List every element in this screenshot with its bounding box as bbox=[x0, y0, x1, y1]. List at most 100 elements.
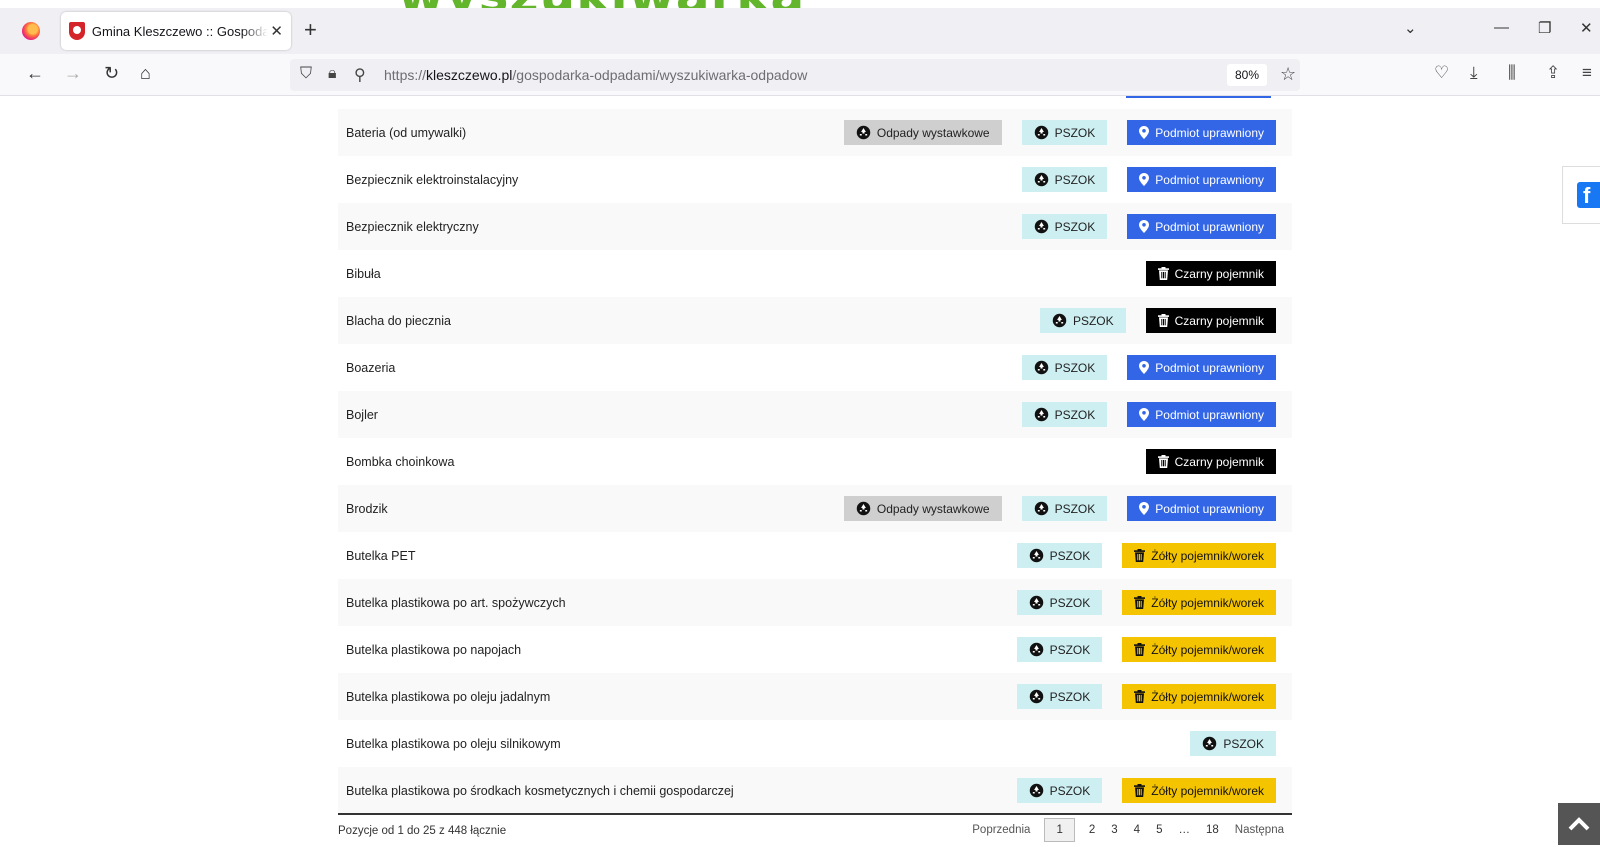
trash-icon bbox=[1157, 267, 1169, 280]
pocket-icon[interactable]: ♡ bbox=[1434, 63, 1449, 83]
disposal-badge-blue[interactable]: Podmiot uprawniony bbox=[1127, 214, 1276, 239]
disposal-badges: Odpady wystawkowe PSZOK Podmiot uprawniony bbox=[843, 496, 1276, 521]
badge-label: Odpady wystawkowe bbox=[876, 501, 990, 516]
disposal-badges: PSZOK Podmiot uprawniony bbox=[1021, 402, 1276, 427]
disposal-badges: PSZOK Żółty pojemnik/worek bbox=[1016, 590, 1276, 615]
trash-icon bbox=[1157, 455, 1169, 468]
extensions-icon[interactable]: ⇪ bbox=[1546, 63, 1560, 83]
waste-item-name: Butelka plastikowa po oleju silnikowym bbox=[346, 736, 561, 751]
list-all-tabs-icon[interactable]: ⌄ bbox=[1404, 19, 1417, 37]
restore-window-icon[interactable]: ❐ bbox=[1538, 19, 1551, 37]
url-text[interactable]: https://kleszczewo.pl/gospodarka-odpadam… bbox=[384, 67, 807, 83]
tab-title: Gmina Kleszczewo :: Gospodarka odpadami bbox=[91, 23, 269, 39]
recycle-icon bbox=[1034, 501, 1048, 516]
waste-item-name: Bateria (od umywalki) bbox=[346, 125, 467, 140]
home-icon[interactable]: ⌂ bbox=[140, 63, 151, 84]
zoom-level-badge[interactable]: 80% bbox=[1227, 64, 1267, 86]
disposal-badge-blue[interactable]: Podmiot uprawniony bbox=[1127, 167, 1276, 192]
disposal-badge-grey[interactable]: Odpady wystawkowe bbox=[843, 496, 1002, 521]
badge-label: PSZOK bbox=[1054, 407, 1096, 422]
badge-label: Czarny pojemnik bbox=[1174, 454, 1264, 469]
bookmark-star-icon[interactable]: ☆ bbox=[1280, 64, 1296, 85]
table-footer: Pozycje od 1 do 25 z 448 łącznie Poprzed… bbox=[338, 813, 1292, 847]
disposal-badge-pszok[interactable]: PSZOK bbox=[1016, 637, 1103, 662]
badge-label: Czarny pojemnik bbox=[1174, 313, 1264, 328]
table-row: Bojler PSZOK Podmiot uprawniony bbox=[338, 391, 1292, 438]
disposal-badge-yellow[interactable]: Żółty pojemnik/worek bbox=[1122, 637, 1276, 662]
map-pin-icon bbox=[1139, 126, 1150, 139]
waste-item-name: Butelka plastikowa po oleju jadalnym bbox=[346, 689, 551, 704]
pagination-page[interactable]: 2 bbox=[1081, 818, 1103, 842]
disposal-badge-pszok[interactable]: PSZOK bbox=[1021, 402, 1108, 427]
disposal-badge-black[interactable]: Czarny pojemnik bbox=[1145, 308, 1276, 333]
url-bar[interactable]: ⛉ 🔒︎ ⚲ https://kleszczewo.pl/gospodarka-… bbox=[290, 59, 1300, 91]
disposal-badge-yellow[interactable]: Żółty pojemnik/worek bbox=[1122, 684, 1276, 709]
close-window-icon[interactable]: ✕ bbox=[1580, 19, 1593, 37]
trash-icon bbox=[1134, 549, 1146, 562]
table-row: Bezpiecznik elektryczny PSZOK Podmiot upra… bbox=[338, 203, 1292, 250]
chevron-up-icon bbox=[1568, 817, 1590, 831]
firefox-menu-icon[interactable] bbox=[22, 22, 40, 40]
disposal-badge-pszok[interactable]: PSZOK bbox=[1016, 684, 1103, 709]
pagination-current-page[interactable]: 1 bbox=[1044, 818, 1075, 842]
disposal-badge-yellow[interactable]: Żółty pojemnik/worek bbox=[1122, 778, 1276, 803]
disposal-badge-pszok[interactable]: PSZOK bbox=[1021, 167, 1108, 192]
disposal-badge-pszok[interactable]: PSZOK bbox=[1190, 731, 1276, 756]
disposal-badge-blue[interactable]: Podmiot uprawniony bbox=[1127, 355, 1276, 380]
back-arrow-icon[interactable]: ← bbox=[26, 63, 44, 84]
disposal-badge-pszok[interactable]: PSZOK bbox=[1021, 355, 1108, 380]
badge-label: Żółty pojemnik/worek bbox=[1151, 548, 1264, 563]
pagination-page[interactable]: … bbox=[1170, 818, 1198, 842]
disposal-badge-black[interactable]: Czarny pojemnik bbox=[1145, 261, 1276, 286]
tab-close-icon[interactable]: ✕ bbox=[270, 22, 283, 40]
downloads-icon[interactable]: ⤓ bbox=[1470, 63, 1478, 83]
pagination-page[interactable]: 4 bbox=[1126, 818, 1148, 842]
badge-label: Odpady wystawkowe bbox=[876, 125, 990, 140]
recycle-icon bbox=[1034, 125, 1048, 140]
permissions-icon[interactable]: ⚲ bbox=[354, 65, 366, 85]
waste-item-name: Butelka PET bbox=[346, 548, 416, 563]
badge-label: PSZOK bbox=[1049, 548, 1091, 563]
pagination-page[interactable]: 18 bbox=[1198, 818, 1227, 842]
disposal-badge-blue[interactable]: Podmiot uprawniony bbox=[1127, 496, 1276, 521]
map-pin-icon bbox=[1139, 408, 1150, 421]
browser-tab-active[interactable]: Gmina Kleszczewo :: Gospodarka odpadami … bbox=[61, 12, 291, 50]
disposal-badge-yellow[interactable]: Żółty pojemnik/worek bbox=[1122, 543, 1276, 568]
table-row: Bateria (od umywalki) Odpady wystawkowe PS… bbox=[338, 109, 1292, 156]
disposal-badge-pszok[interactable]: PSZOK bbox=[1016, 590, 1103, 615]
disposal-badges: Odpady wystawkowe PSZOK Podmiot uprawniony bbox=[843, 120, 1276, 145]
disposal-badge-pszok[interactable]: PSZOK bbox=[1016, 778, 1103, 803]
app-menu-icon[interactable]: ≡ bbox=[1582, 63, 1592, 83]
disposal-badge-grey[interactable]: Odpady wystawkowe bbox=[843, 120, 1002, 145]
scroll-to-top-button[interactable] bbox=[1558, 803, 1600, 845]
tab-bar: Gmina Kleszczewo :: Gospodarka odpadami … bbox=[0, 8, 1600, 54]
minimize-window-icon[interactable]: — bbox=[1494, 19, 1509, 36]
pagination-page[interactable]: 5 bbox=[1148, 818, 1170, 842]
disposal-badges: PSZOK Żółty pojemnik/worek bbox=[1016, 543, 1276, 568]
pagination-page[interactable]: 3 bbox=[1103, 818, 1125, 842]
pagination-previous[interactable]: Poprzednia bbox=[964, 818, 1038, 842]
new-tab-icon[interactable]: + bbox=[304, 17, 317, 43]
waste-item-name: Bibuła bbox=[346, 266, 381, 281]
badge-label: Czarny pojemnik bbox=[1174, 266, 1264, 281]
table-row: Butelka plastikowa po oleju silnikowym PS… bbox=[338, 720, 1292, 767]
forward-arrow-icon[interactable]: → bbox=[64, 63, 82, 84]
disposal-badge-pszok[interactable]: PSZOK bbox=[1021, 214, 1108, 239]
badge-label: Żółty pojemnik/worek bbox=[1151, 642, 1264, 657]
disposal-badge-pszok[interactable]: PSZOK bbox=[1021, 120, 1108, 145]
disposal-badge-pszok[interactable]: PSZOK bbox=[1021, 496, 1108, 521]
lock-icon[interactable]: 🔒︎ bbox=[328, 65, 337, 83]
reload-icon[interactable]: ↻ bbox=[104, 63, 119, 84]
disposal-badge-black[interactable]: Czarny pojemnik bbox=[1145, 449, 1276, 474]
pagination: Poprzednia 1 2 3 4 5… 18 Następna bbox=[964, 815, 1292, 845]
disposal-badge-blue[interactable]: Podmiot uprawniony bbox=[1127, 120, 1276, 145]
library-icon[interactable]: ⫼ bbox=[1508, 63, 1516, 83]
tracking-shield-icon[interactable]: ⛉ bbox=[300, 65, 312, 83]
disposal-badge-yellow[interactable]: Żółty pojemnik/worek bbox=[1122, 590, 1276, 615]
facebook-side-widget[interactable]: f bbox=[1562, 166, 1600, 224]
disposal-badge-blue[interactable]: Podmiot uprawniony bbox=[1127, 402, 1276, 427]
disposal-badge-pszok[interactable]: PSZOK bbox=[1039, 308, 1126, 333]
disposal-badge-pszok[interactable]: PSZOK bbox=[1016, 543, 1103, 568]
pagination-next[interactable]: Następna bbox=[1227, 818, 1292, 842]
recycle-icon bbox=[856, 501, 871, 516]
